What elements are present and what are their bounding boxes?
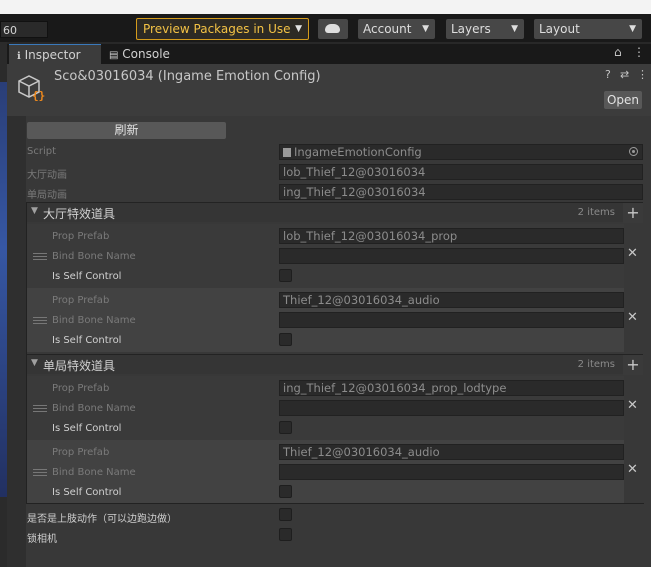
script-file-icon: [283, 148, 291, 157]
tab-console-label: Console: [122, 47, 170, 61]
layers-label: Layers: [451, 22, 491, 36]
ingame-anim-label: 单局动画: [27, 190, 67, 201]
lobby-anim-field[interactable]: lob_Thief_12@03016034: [279, 164, 643, 180]
cloud-button[interactable]: [318, 19, 348, 39]
ingame-props-count: 2 items: [577, 359, 615, 370]
tab-inspector-label: Inspector: [24, 48, 81, 62]
layout-label: Layout: [539, 22, 580, 36]
plus-icon: +: [626, 203, 640, 222]
drag-handle-icon[interactable]: [33, 317, 47, 324]
lobby-anim-label: 大厅动画: [27, 170, 67, 181]
tab-inspector[interactable]: ℹ︎ Inspector: [9, 44, 101, 64]
object-picker-icon[interactable]: [629, 147, 638, 156]
script-field: IngameEmotionConfig: [279, 144, 643, 160]
layout-dropdown[interactable]: Layout ▼: [534, 19, 642, 39]
more-menu-icon[interactable]: ⋮: [637, 68, 648, 81]
lobby-props-list-header[interactable]: ▼ 大厅特效道具 2 items: [27, 202, 643, 222]
console-icon: ▤: [109, 50, 119, 61]
cloud-icon: [325, 24, 340, 33]
info-icon: ℹ︎: [17, 51, 21, 62]
refresh-button[interactable]: 刷新: [27, 122, 226, 139]
lobby-props-count: 2 items: [577, 207, 615, 218]
bind-bone-label: Bind Bone Name: [52, 315, 136, 326]
account-dropdown[interactable]: Account ▼: [358, 19, 435, 39]
prop-prefab-field[interactable]: ing_Thief_12@03016034_prop_lodtype: [279, 380, 624, 396]
drag-handle-icon[interactable]: [33, 469, 47, 476]
settings-sliders-icon[interactable]: ⇄: [620, 68, 629, 81]
remove-item-icon[interactable]: ✕: [627, 246, 638, 261]
list-frame-line: [26, 202, 27, 504]
bind-bone-label: Bind Bone Name: [52, 467, 136, 478]
add-item-button[interactable]: +: [623, 203, 643, 223]
scene-preview: [0, 82, 7, 497]
foldout-arrow-icon[interactable]: ▼: [31, 358, 38, 368]
remove-item-icon[interactable]: ✕: [627, 398, 638, 413]
preview-packages-button[interactable]: Preview Packages in Use ▼: [136, 18, 309, 40]
plus-icon: +: [626, 355, 640, 374]
prop-prefab-label: Prop Prefab: [52, 231, 110, 242]
account-label: Account: [363, 22, 412, 36]
tab-console[interactable]: ▤ Console: [109, 44, 189, 64]
is-self-control-checkbox[interactable]: [279, 269, 292, 282]
ingame-props-title: 单局特效道具: [43, 359, 116, 373]
component-gutter: [7, 116, 26, 567]
lock-icon[interactable]: ⌂: [614, 45, 622, 59]
ingame-anim-field[interactable]: ing_Thief_12@03016034: [279, 184, 643, 200]
prop-prefab-label: Prop Prefab: [52, 447, 110, 458]
frame-rate-field[interactable]: 60: [0, 21, 48, 38]
remove-item-icon[interactable]: ✕: [627, 462, 638, 477]
upper-body-label: 是否是上肢动作（可以边跑边做）: [27, 514, 177, 525]
script-label: Script: [27, 146, 57, 157]
svg-text:{}: {}: [32, 89, 45, 102]
prop-prefab-field[interactable]: lob_Thief_12@03016034_prop: [279, 228, 624, 244]
chevron-down-icon: ▼: [422, 24, 429, 34]
prop-prefab-field[interactable]: Thief_12@03016034_audio: [279, 444, 624, 460]
bind-bone-label: Bind Bone Name: [52, 251, 136, 262]
lock-camera-label: 锁相机: [27, 534, 57, 545]
bind-bone-field[interactable]: [279, 248, 624, 264]
is-self-control-checkbox[interactable]: [279, 421, 292, 434]
lock-camera-checkbox[interactable]: [279, 528, 292, 541]
ingame-props-list-header[interactable]: ▼ 单局特效道具 2 items: [27, 354, 643, 374]
help-icon[interactable]: ?: [605, 68, 611, 81]
chevron-down-icon: ▼: [629, 24, 636, 34]
is-self-control-label: Is Self Control: [52, 271, 122, 282]
window-top-strip: [0, 0, 651, 14]
bind-bone-label: Bind Bone Name: [52, 403, 136, 414]
is-self-control-label: Is Self Control: [52, 335, 122, 346]
list-frame-bottom: [26, 503, 644, 504]
is-self-control-label: Is Self Control: [52, 423, 122, 434]
script-value: IngameEmotionConfig: [294, 145, 422, 159]
chevron-down-icon: ▼: [511, 24, 518, 34]
bind-bone-field[interactable]: [279, 400, 624, 416]
lobby-props-title: 大厅特效道具: [43, 207, 116, 221]
more-menu-icon[interactable]: ⋮: [633, 45, 645, 59]
upper-body-checkbox[interactable]: [279, 508, 292, 521]
prop-prefab-field[interactable]: Thief_12@03016034_audio: [279, 292, 624, 308]
scene-view-edge: [0, 42, 7, 567]
prop-prefab-label: Prop Prefab: [52, 295, 110, 306]
drag-handle-icon[interactable]: [33, 405, 47, 412]
bind-bone-field[interactable]: [279, 312, 624, 328]
chevron-down-icon: ▼: [295, 24, 302, 34]
layers-dropdown[interactable]: Layers ▼: [446, 19, 524, 39]
asset-title: Sco&03016034 (Ingame Emotion Config): [54, 69, 321, 84]
foldout-arrow-icon[interactable]: ▼: [31, 206, 38, 216]
is-self-control-checkbox[interactable]: [279, 485, 292, 498]
preview-packages-label: Preview Packages in Use: [143, 22, 291, 36]
bind-bone-field[interactable]: [279, 464, 624, 480]
is-self-control-checkbox[interactable]: [279, 333, 292, 346]
drag-handle-icon[interactable]: [33, 253, 47, 260]
tab-bar: [7, 44, 651, 64]
remove-item-icon[interactable]: ✕: [627, 310, 638, 325]
scriptable-object-icon: {}: [18, 75, 45, 102]
is-self-control-label: Is Self Control: [52, 487, 122, 498]
open-button[interactable]: Open: [604, 91, 642, 109]
prop-prefab-label: Prop Prefab: [52, 383, 110, 394]
add-item-button[interactable]: +: [623, 355, 643, 375]
